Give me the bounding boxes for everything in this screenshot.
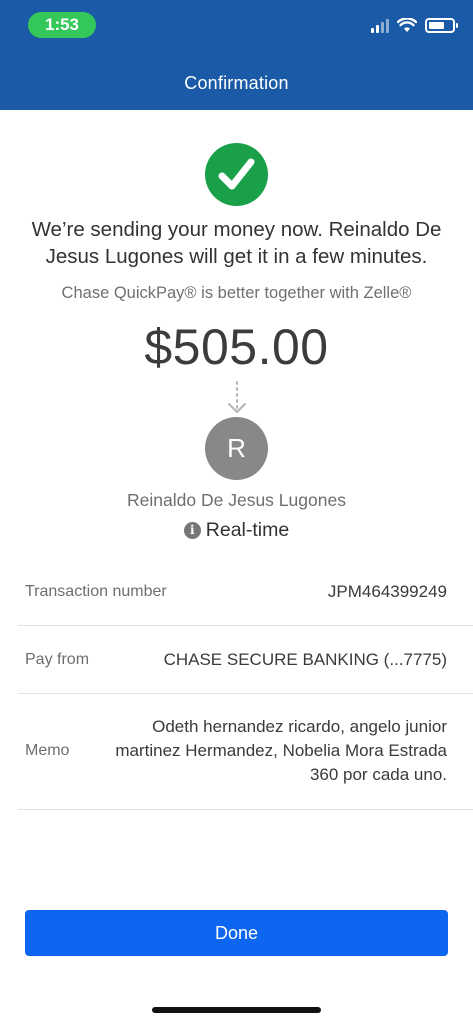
status-time: 1:53 <box>28 12 96 38</box>
status-icons <box>371 18 458 33</box>
detail-label: Memo <box>25 742 70 759</box>
status-bar: 1:53 <box>0 0 473 56</box>
quickpay-zelle-subtitle: Chase QuickPay® is better together with … <box>61 284 412 302</box>
detail-row-pay-from: Pay from CHASE SECURE BANKING (...7775) <box>18 626 473 694</box>
cellular-signal-icon <box>371 18 389 33</box>
done-button[interactable]: Done <box>25 910 448 956</box>
info-icon[interactable]: i <box>183 522 201 539</box>
detail-value: JPM464399249 <box>327 582 447 601</box>
delivery-speed-label: Real-time <box>205 519 290 541</box>
recipient-name: Reinaldo De Jesus Lugones <box>127 490 346 510</box>
payment-amount: $505.00 <box>144 319 329 375</box>
battery-icon <box>425 18 458 33</box>
detail-row-memo: Memo Odeth hernandez ricardo, angelo jun… <box>18 694 473 810</box>
confirmation-message: We’re sending your money now. Reinaldo D… <box>31 218 442 268</box>
detail-label: Transaction number <box>25 583 167 600</box>
page-title: Confirmation <box>184 73 289 93</box>
detail-row-transaction-number: Transaction number JPM464399249 <box>18 560 473 626</box>
arrow-down-icon <box>228 381 246 413</box>
detail-value: CHASE SECURE BANKING (...7775) <box>163 650 447 669</box>
detail-label: Pay from <box>25 651 90 668</box>
recipient-avatar: R <box>205 417 268 480</box>
delivery-speed: i Real-time <box>0 519 473 542</box>
detail-value: Odeth hernandez ricardo, angelo junior m… <box>115 717 447 784</box>
header-bar: Confirmation <box>0 56 473 110</box>
home-indicator[interactable] <box>152 1007 321 1013</box>
checkmark-circle-icon <box>205 143 268 206</box>
wifi-icon <box>397 18 417 32</box>
